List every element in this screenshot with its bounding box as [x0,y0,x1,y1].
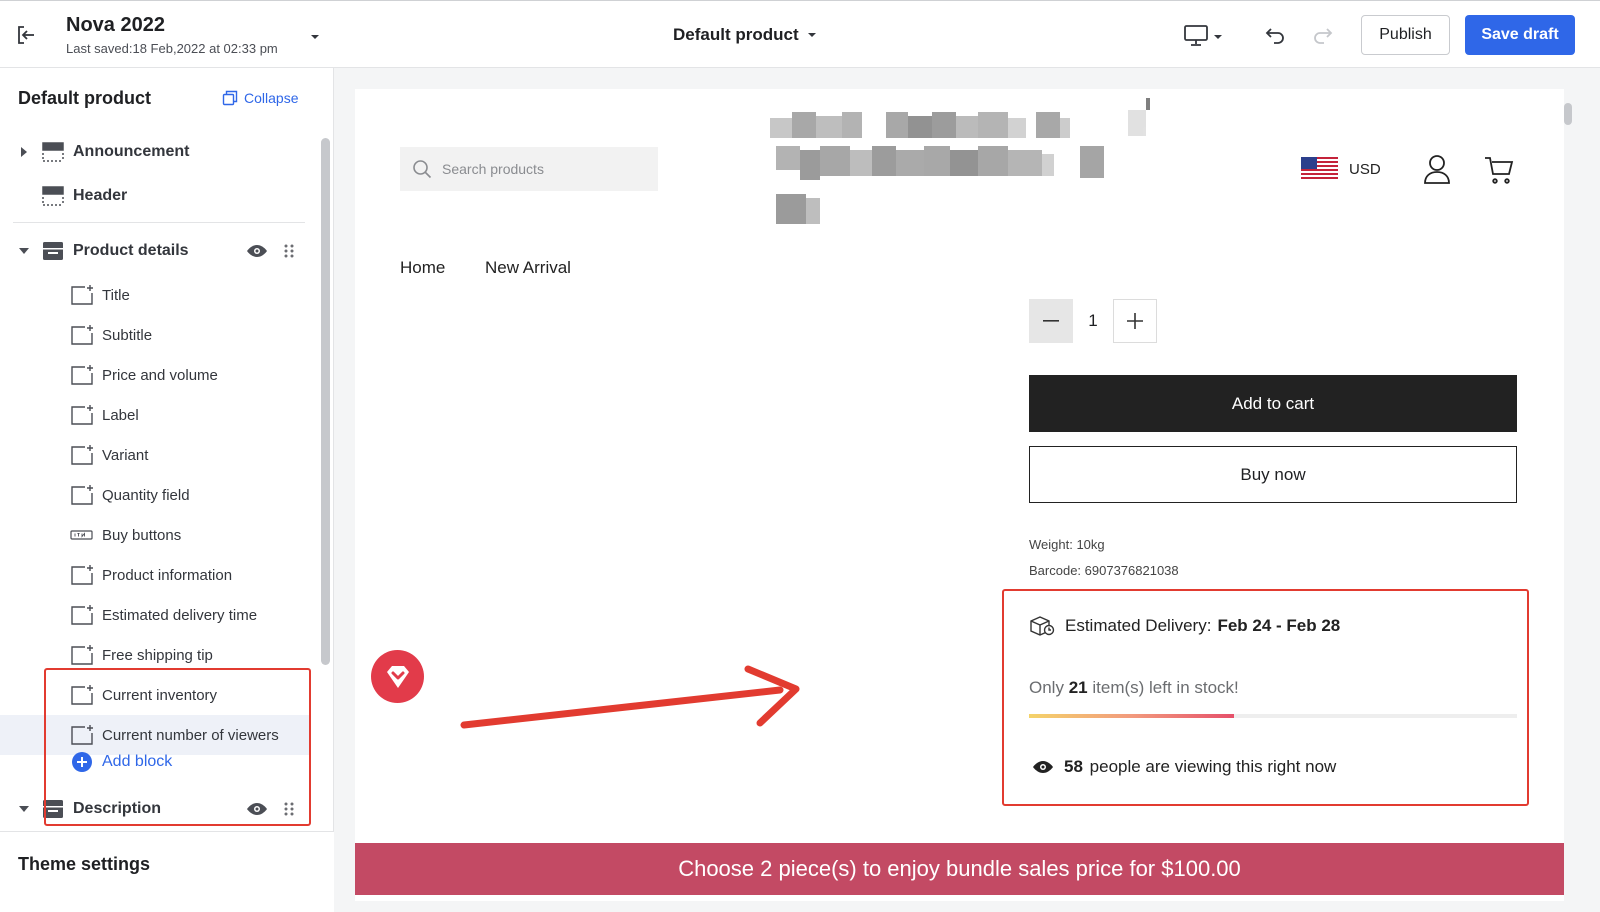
collapse-label: Collapse [244,90,299,106]
cart-icon[interactable] [1484,155,1514,185]
search-icon [413,160,432,179]
nav-new-arrival-link[interactable]: New Arrival [485,258,571,278]
chevron-down-icon [807,33,816,37]
block-quantity-field[interactable]: Quantity field [0,475,310,515]
quantity-value[interactable]: 1 [1073,299,1113,343]
page-selector[interactable]: Default product [673,25,817,45]
sections-sidebar: Default product Collapse Announcement He… [0,68,334,912]
section-announcement[interactable]: Announcement [0,132,310,172]
eye-icon[interactable] [246,243,268,259]
section-label: Header [73,187,128,204]
top-toolbar: Nova 2022 Last saved:18 Feb,2022 at 02:3… [0,0,1600,68]
block-label: Quantity field [102,486,190,504]
app-badge[interactable] [371,650,424,703]
theme-settings-label: Theme settings [18,854,151,874]
section-header[interactable]: Header [0,176,310,216]
chevron-down-icon[interactable] [310,33,320,41]
theme-settings[interactable]: Theme settings [0,831,334,912]
store-logo[interactable] [766,98,1150,230]
collapse-icon [222,90,238,106]
collapse-button[interactable]: Collapse [222,90,298,106]
section-icon [42,142,64,162]
block-estimated-delivery-time[interactable]: Estimated delivery time [0,595,310,635]
block-label: Estimated delivery time [102,606,258,624]
block-title[interactable]: Title [0,275,310,315]
chevron-down-icon[interactable] [18,803,30,815]
sidebar-scrollbar[interactable] [321,138,330,665]
buy-now-button[interactable]: Buy now [1029,446,1517,503]
block-buy-buttons[interactable]: Buy buttons [0,515,310,555]
section-product-details[interactable]: Product details [0,231,310,271]
block-icon [71,565,93,585]
desktop-view-icon[interactable] [1183,23,1227,49]
bundle-sales-banner: Choose 2 piece(s) to enjoy bundle sales … [355,843,1564,895]
block-price-and-volume[interactable]: Price and volume [0,355,310,395]
section-icon [43,242,63,260]
product-barcode: Barcode: 6907376821038 [1029,563,1179,578]
store-search-input[interactable]: Search products [400,147,658,191]
sidebar-heading: Default product [18,88,151,108]
block-label: Free shipping tip [102,646,213,664]
last-saved-text: Last saved:18 Feb,2022 at 02:33 pm [66,41,278,56]
save-draft-button[interactable]: Save draft [1465,15,1575,55]
section-label: Product details [73,242,189,259]
block-icon [71,365,93,385]
chevron-right-icon[interactable] [18,146,30,158]
add-to-cart-button[interactable]: Add to cart [1029,375,1517,432]
block-icon [71,645,93,665]
us-flag-icon[interactable] [1301,157,1338,181]
chevron-down-icon[interactable] [18,245,30,257]
quantity-increase-button[interactable] [1113,299,1157,343]
block-icon [71,445,93,465]
block-label: Label [102,406,139,424]
annotation-highlight-box [1002,589,1529,806]
nav-home-link[interactable]: Home [400,258,445,278]
block-icon [71,605,93,625]
redo-icon[interactable] [1311,23,1335,47]
undo-icon[interactable] [1263,23,1287,47]
publish-button[interactable]: Publish [1361,15,1450,55]
annotation-arrow [460,665,800,729]
block-icon [71,405,93,425]
minus-icon [1043,320,1059,322]
block-label-item[interactable]: Label [0,395,310,435]
page-selector-label: Default product [673,25,799,44]
btn-icon [70,530,93,540]
annotation-highlight-box [44,668,311,826]
drag-handle-icon[interactable] [283,243,295,259]
section-label: Announcement [73,143,190,160]
currency-selector[interactable]: USD [1349,161,1381,178]
block-label: Price and volume [102,366,218,384]
account-icon[interactable] [1423,154,1451,184]
block-icon [71,285,93,305]
diamond-heart-icon [386,665,409,688]
plus-icon [1127,313,1143,329]
search-placeholder: Search products [442,161,544,177]
block-label: Subtitle [102,326,153,344]
theme-name: Nova 2022 [66,14,165,36]
block-icon [71,485,93,505]
block-product-information[interactable]: Product information [0,555,310,595]
preview-scrollbar[interactable] [1564,103,1572,125]
block-label: Buy buttons [102,526,182,544]
product-weight: Weight: 10kg [1029,537,1105,552]
block-label: Product information [102,566,233,584]
block-label: Variant [102,446,149,464]
block-subtitle[interactable]: Subtitle [0,315,310,355]
divider [13,222,305,223]
block-label: Title [102,286,130,304]
section-icon [42,186,64,206]
block-icon [71,325,93,345]
block-variant[interactable]: Variant [0,435,310,475]
exit-icon[interactable] [14,23,38,47]
quantity-decrease-button[interactable] [1029,299,1073,343]
